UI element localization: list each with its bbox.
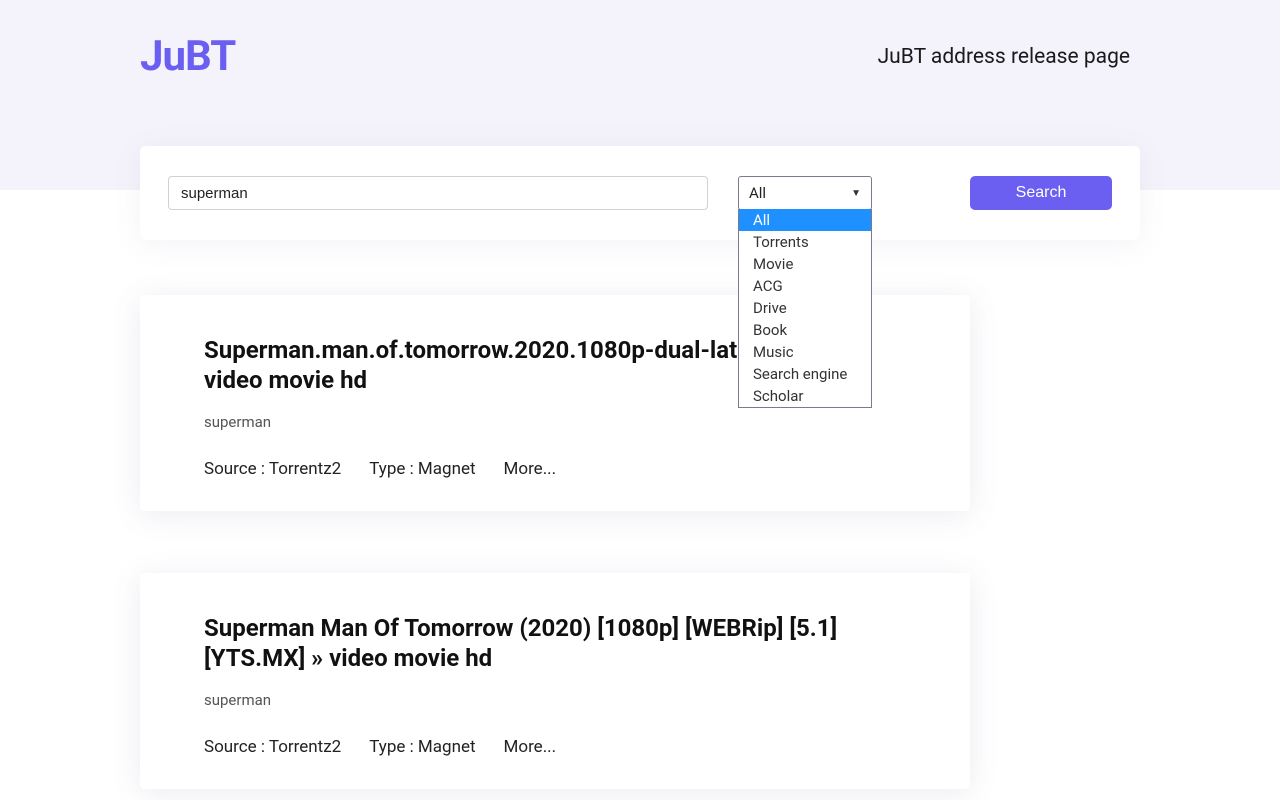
result-meta: Source : Torrentz2 Type : Magnet More... — [204, 459, 906, 479]
search-panel: All ▼ All Torrents Movie ACG Drive Book … — [140, 146, 1140, 240]
category-option-torrents[interactable]: Torrents — [739, 231, 871, 253]
category-option-search-engine[interactable]: Search engine — [739, 363, 871, 385]
category-option-music[interactable]: Music — [739, 341, 871, 363]
category-option-scholar[interactable]: Scholar — [739, 385, 871, 407]
category-select-wrapper: All ▼ All Torrents Movie ACG Drive Book … — [738, 176, 872, 210]
category-option-drive[interactable]: Drive — [739, 297, 871, 319]
header: JuBT JuBT address release page — [140, 0, 1140, 91]
address-release-link[interactable]: JuBT address release page — [878, 45, 1130, 69]
result-meta: Source : Torrentz2 Type : Magnet More... — [204, 737, 906, 757]
category-option-acg[interactable]: ACG — [739, 275, 871, 297]
category-option-movie[interactable]: Movie — [739, 253, 871, 275]
category-select[interactable]: All ▼ — [738, 176, 872, 210]
result-query-text: superman — [204, 413, 906, 431]
result-query-text: superman — [204, 691, 906, 709]
category-option-all[interactable]: All — [739, 209, 871, 231]
chevron-down-icon: ▼ — [851, 188, 861, 199]
category-dropdown: All Torrents Movie ACG Drive Book Music … — [738, 209, 872, 408]
search-input[interactable] — [168, 176, 708, 210]
category-option-book[interactable]: Book — [739, 319, 871, 341]
search-button[interactable]: Search — [970, 176, 1112, 210]
main-container: JuBT JuBT address release page All ▼ All… — [140, 0, 1140, 789]
result-title[interactable]: Superman Man Of Tomorrow (2020) [1080p] … — [204, 613, 906, 673]
result-more-link[interactable]: More... — [504, 459, 557, 479]
result-source: Source : Torrentz2 — [204, 737, 341, 757]
result-card: Superman Man Of Tomorrow (2020) [1080p] … — [140, 573, 970, 789]
result-more-link[interactable]: More... — [504, 737, 557, 757]
result-type: Type : Magnet — [369, 459, 475, 479]
logo[interactable]: JuBT — [140, 32, 235, 81]
result-type: Type : Magnet — [369, 737, 475, 757]
result-source: Source : Torrentz2 — [204, 459, 341, 479]
category-selected-label: All — [749, 184, 766, 202]
